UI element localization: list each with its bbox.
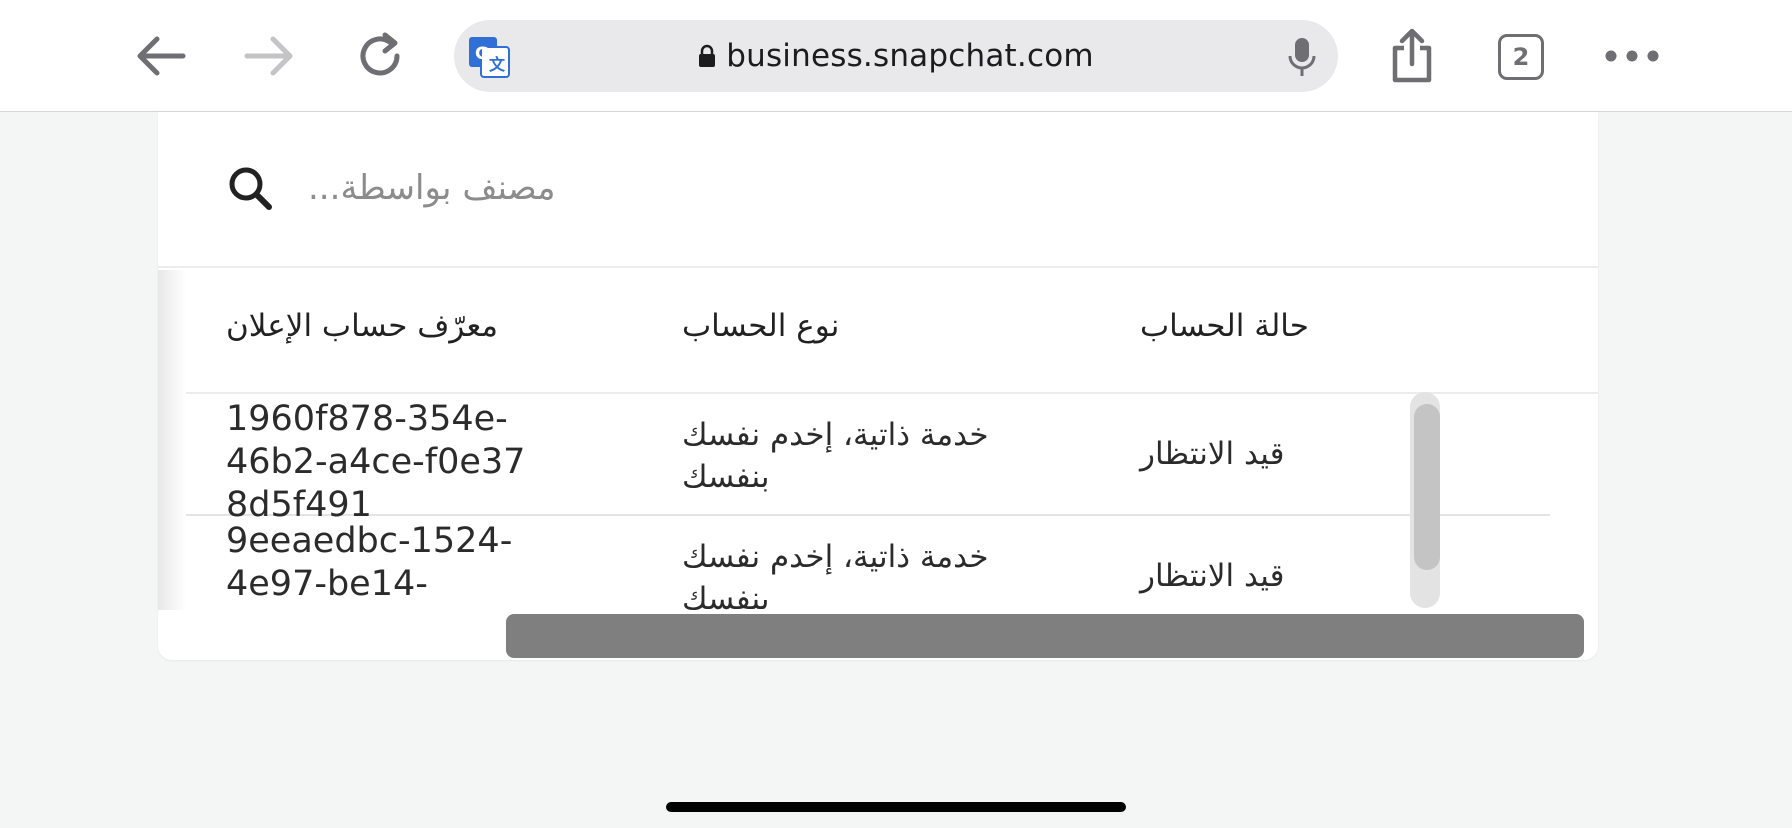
browser-toolbar: G 文 business.snapchat.com 2: [0, 0, 1792, 112]
vertical-scrollbar[interactable]: [1410, 392, 1440, 608]
url-text: business.snapchat.com: [726, 38, 1094, 74]
column-header-account-status[interactable]: حالة الحساب: [1140, 308, 1309, 344]
microphone-icon[interactable]: [1286, 36, 1318, 78]
accounts-table: معرّف حساب الإعلان نوع الحساب حالة الحسا…: [158, 270, 1598, 610]
tab-count: 2: [1512, 43, 1530, 71]
more-button[interactable]: [1596, 20, 1668, 92]
horizontal-scrollbar-thumb[interactable]: [506, 614, 1584, 658]
table-row[interactable]: 9eeaedbc-1524-4e97-be14- خدمة ذاتية، إخد…: [158, 516, 1550, 610]
lock-icon: [699, 44, 716, 67]
table-header: معرّف حساب الإعلان نوع الحساب حالة الحسا…: [158, 270, 1598, 394]
reload-button[interactable]: [344, 20, 416, 92]
column-header-account-type[interactable]: نوع الحساب: [682, 308, 839, 344]
account-type-cell: خدمة ذاتية، إخدم نفسك بنفسك: [682, 417, 989, 495]
tabs-button[interactable]: 2: [1498, 34, 1544, 80]
back-arrow-icon: [137, 36, 186, 76]
table-row[interactable]: 1960f878-354e-46b2-a4ce-f0e378d5f491 خدم…: [158, 394, 1550, 525]
forward-arrow-icon: [244, 36, 293, 76]
account-status-cell: قيد الانتظار: [1140, 558, 1285, 594]
share-button[interactable]: [1376, 20, 1448, 92]
ad-account-id-cell: 1960f878-354e-46b2-a4ce-f0e378d5f491: [226, 399, 526, 525]
home-indicator: [666, 802, 1126, 812]
accounts-card: معرّف حساب الإعلان نوع الحساب حالة الحسا…: [158, 112, 1598, 660]
ad-account-id-cell: 9eeaedbc-1524-4e97-be14-: [226, 521, 513, 604]
reload-icon: [360, 32, 400, 76]
account-status-cell: قيد الانتظار: [1140, 436, 1285, 472]
more-dots-icon: [1605, 50, 1659, 62]
search-input[interactable]: [308, 160, 908, 216]
account-type-cell: خدمة ذاتية، إخدم نفسك بنفسك: [682, 539, 989, 610]
vertical-scrollbar-thumb[interactable]: [1414, 404, 1440, 570]
scroll-shadow: [158, 270, 186, 610]
address-bar[interactable]: G 文 business.snapchat.com: [454, 20, 1338, 92]
forward-button[interactable]: [234, 20, 306, 92]
search-icon: [229, 167, 272, 210]
back-button[interactable]: [124, 20, 196, 92]
column-header-ad-account-id[interactable]: معرّف حساب الإعلان: [226, 308, 498, 344]
share-icon: [1392, 28, 1432, 83]
search-row: [158, 112, 1598, 268]
